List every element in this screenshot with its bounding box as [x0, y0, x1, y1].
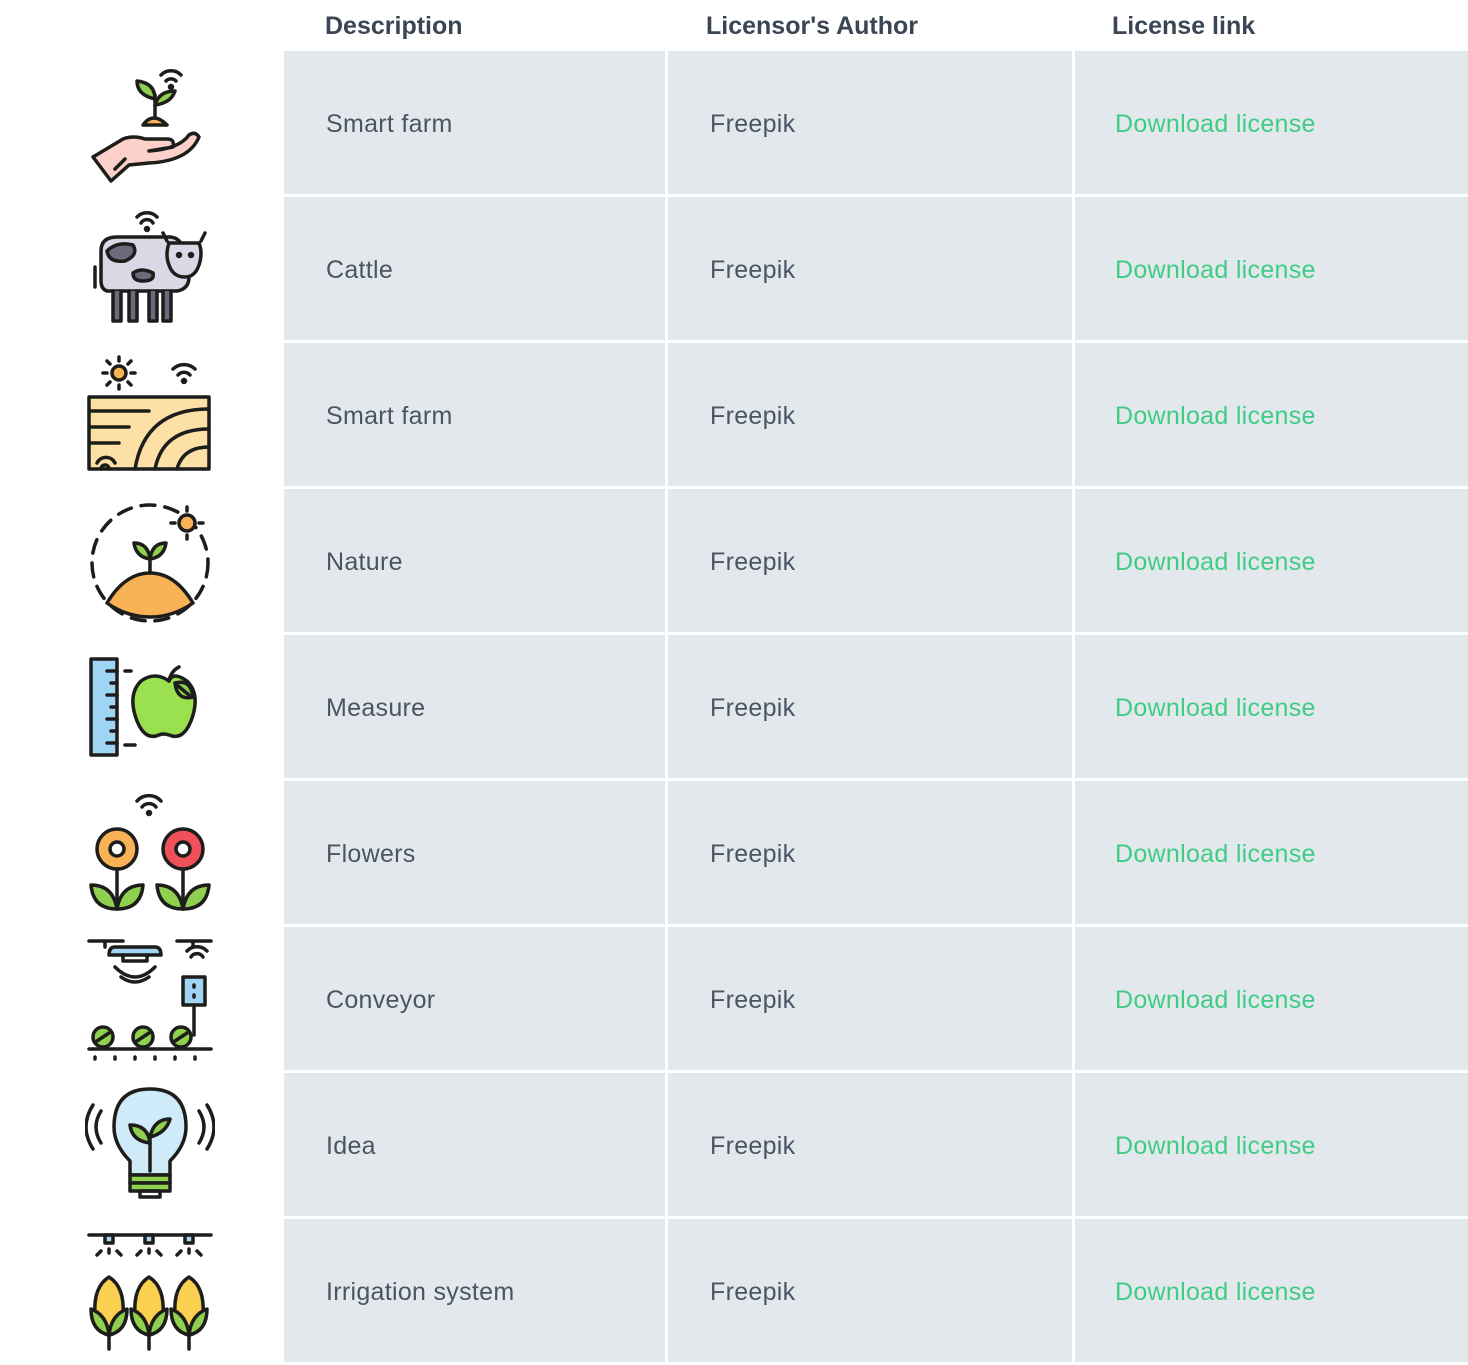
table-row: Nature Freepik Download license — [12, 486, 1468, 632]
description-cell: Idea — [284, 1073, 665, 1216]
icon-cell — [15, 1073, 284, 1216]
icon-cell — [15, 927, 284, 1070]
description-text: Conveyor — [326, 986, 436, 1014]
table-row: Smart farm Freepik Download license — [12, 48, 1468, 194]
download-license-link[interactable]: Download license — [1115, 781, 1316, 924]
link-cell: Download license — [1075, 489, 1468, 632]
description-text: Cattle — [326, 256, 394, 284]
author-text: Freepik — [710, 1132, 796, 1160]
smart-farm-hand-icon — [91, 69, 201, 183]
table-header: Description Licensor's Author License li… — [0, 0, 1468, 50]
author-cell: Freepik — [668, 635, 1072, 778]
irrigation-system-icon — [87, 1233, 213, 1351]
link-cell: Download license — [1075, 927, 1468, 1070]
author-cell: Freepik — [668, 1219, 1072, 1362]
link-cell: Download license — [1075, 51, 1468, 194]
icon-cell — [15, 635, 284, 778]
table-row: Measure Freepik Download license — [12, 632, 1468, 778]
link-cell: Download license — [1075, 781, 1468, 924]
link-cell: Download license — [1075, 197, 1468, 340]
author-text: Freepik — [710, 110, 796, 138]
flowers-icon — [89, 793, 211, 911]
description-text: Measure — [326, 694, 426, 722]
link-cell: Download license — [1075, 1219, 1468, 1362]
description-cell: Conveyor — [284, 927, 665, 1070]
cattle-icon — [93, 211, 207, 323]
description-text: Flowers — [326, 840, 416, 868]
author-cell: Freepik — [668, 197, 1072, 340]
icon-cell — [15, 1219, 284, 1362]
download-license-link[interactable]: Download license — [1115, 343, 1316, 486]
table-row: Flowers Freepik Download license — [12, 778, 1468, 924]
author-cell: Freepik — [668, 781, 1072, 924]
description-cell: Cattle — [284, 197, 665, 340]
idea-icon — [85, 1087, 215, 1199]
author-text: Freepik — [710, 548, 796, 576]
download-license-link[interactable]: Download license — [1115, 635, 1316, 778]
description-text: Irrigation system — [326, 1278, 515, 1306]
author-text: Freepik — [710, 986, 796, 1014]
download-license-link[interactable]: Download license — [1115, 1073, 1316, 1216]
description-cell: Flowers — [284, 781, 665, 924]
author-cell: Freepik — [668, 927, 1072, 1070]
description-cell: Smart farm — [284, 343, 665, 486]
author-text: Freepik — [710, 694, 796, 722]
author-cell: Freepik — [668, 343, 1072, 486]
description-text: Smart farm — [326, 110, 453, 138]
icon-cell — [15, 343, 284, 486]
column-header-license-link: License link — [1112, 12, 1256, 40]
icon-cell — [15, 489, 284, 632]
download-license-link[interactable]: Download license — [1115, 197, 1316, 340]
table-row: Idea Freepik Download license — [12, 1070, 1468, 1216]
author-text: Freepik — [710, 840, 796, 868]
table-row: Smart farm Freepik Download license — [12, 340, 1468, 486]
description-text: Nature — [326, 548, 403, 576]
author-cell: Freepik — [668, 1073, 1072, 1216]
table-row: Cattle Freepik Download license — [12, 194, 1468, 340]
download-license-link[interactable]: Download license — [1115, 489, 1316, 632]
author-cell: Freepik — [668, 51, 1072, 194]
smart-farm-field-icon — [87, 355, 211, 471]
icon-cell — [15, 197, 284, 340]
description-cell: Smart farm — [284, 51, 665, 194]
icon-cell — [15, 51, 284, 194]
column-header-author: Licensor's Author — [706, 12, 918, 40]
link-cell: Download license — [1075, 343, 1468, 486]
author-text: Freepik — [710, 1278, 796, 1306]
description-cell: Irrigation system — [284, 1219, 665, 1362]
download-license-link[interactable]: Download license — [1115, 1219, 1316, 1362]
table-row: Irrigation system Freepik Download licen… — [12, 1216, 1468, 1362]
description-cell: Nature — [284, 489, 665, 632]
nature-icon — [90, 503, 210, 623]
author-text: Freepik — [710, 256, 796, 284]
description-text: Idea — [326, 1132, 376, 1160]
icon-cell — [15, 781, 284, 924]
download-license-link[interactable]: Download license — [1115, 51, 1316, 194]
conveyor-icon — [87, 939, 213, 1061]
column-header-description: Description — [325, 12, 463, 40]
download-license-link[interactable]: Download license — [1115, 927, 1316, 1070]
description-cell: Measure — [284, 635, 665, 778]
author-text: Freepik — [710, 402, 796, 430]
measure-icon — [89, 657, 197, 757]
link-cell: Download license — [1075, 1073, 1468, 1216]
author-cell: Freepik — [668, 489, 1072, 632]
table-row: Conveyor Freepik Download license — [12, 924, 1468, 1070]
description-text: Smart farm — [326, 402, 453, 430]
link-cell: Download license — [1075, 635, 1468, 778]
